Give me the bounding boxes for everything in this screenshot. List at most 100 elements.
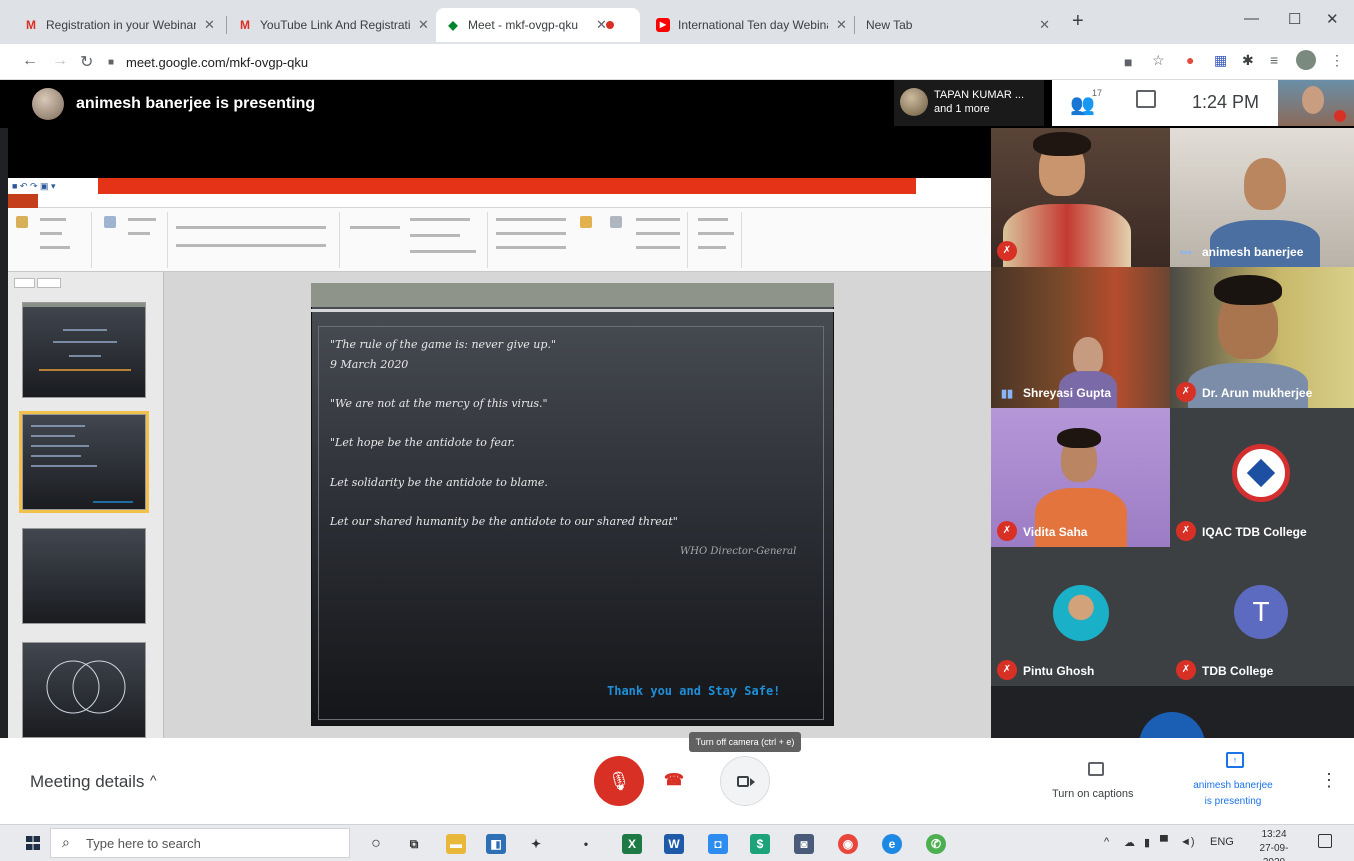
- taskbar-clock[interactable]: 13:24 27-09-2020: [1254, 828, 1294, 861]
- extension-icon[interactable]: ▦: [1214, 52, 1227, 69]
- presenting-status-button[interactable]: animesh banerjee is presenting: [1188, 778, 1278, 810]
- cortana-icon[interactable]: ○: [366, 834, 386, 854]
- whatsapp-icon[interactable]: ✆: [926, 834, 946, 854]
- ribbon-control: [410, 250, 476, 253]
- slide-quote-line: Let our shared humanity be the antidote …: [330, 515, 678, 528]
- browser-tab-new-tab[interactable]: New Tab ✕: [856, 8, 1060, 42]
- ribbon-control: [636, 246, 680, 249]
- thumbnail-text: [53, 341, 117, 343]
- address-bar[interactable]: ■ meet.google.com/mkf-ovgp-qku: [108, 50, 1108, 74]
- maximize-window-icon[interactable]: ☐: [1288, 10, 1301, 28]
- recording-indicator-icon: [606, 21, 614, 29]
- camera-icon: [737, 776, 749, 787]
- network-icon[interactable]: ▀: [1160, 836, 1168, 848]
- browser-tab-youtube-webinar[interactable]: ▶ International Ten day Webinar ... ✕: [646, 8, 857, 42]
- participant-tile[interactable]: ✗ Dr. Arun mukherjee: [1170, 267, 1354, 408]
- hang-up-button[interactable]: ☎: [664, 770, 684, 790]
- edge-icon[interactable]: e: [882, 834, 902, 854]
- dropbox-icon[interactable]: ✦: [526, 834, 546, 854]
- close-tab-icon[interactable]: ✕: [204, 17, 215, 33]
- bookmark-star-icon[interactable]: ☆: [1152, 52, 1165, 69]
- participant-name: IQAC TDB College: [1202, 525, 1307, 539]
- close-tab-icon[interactable]: ✕: [836, 17, 847, 33]
- task-view-icon[interactable]: ⧉: [404, 834, 424, 854]
- participant-tile[interactable]: ✗ IQAC TDB College: [1170, 408, 1354, 547]
- mic-muted-icon: ✗: [997, 521, 1017, 541]
- other-presenter-more: and 1 more: [934, 103, 990, 115]
- participant-tile[interactable]: T ✗ TDB College: [1170, 547, 1354, 686]
- slide-quote-line: "The rule of the game is: never give up.…: [330, 338, 556, 351]
- participant-tile[interactable]: ✗ Vidita Saha: [991, 408, 1170, 547]
- taskbar-app-icon[interactable]: $: [750, 834, 770, 854]
- ppt-ribbon-tabs: [8, 194, 991, 208]
- taskbar-app-icon[interactable]: •: [576, 834, 596, 854]
- language-indicator[interactable]: ENG: [1210, 836, 1234, 848]
- present-screen-icon[interactable]: ↑: [1226, 752, 1244, 768]
- back-arrow-icon[interactable]: ←: [22, 52, 38, 70]
- windows-start-icon[interactable]: [26, 836, 40, 850]
- taskbar-app-icon[interactable]: ◙: [794, 834, 814, 854]
- participant-hair: [1033, 132, 1091, 156]
- ribbon-control: [496, 246, 566, 249]
- media-control-icon[interactable]: ≡: [1270, 52, 1278, 68]
- extension-puzzle-icon[interactable]: ✱: [1242, 52, 1254, 69]
- browser-tab-gmail-registration[interactable]: M Registration in your Webinar - ... ✕: [14, 8, 225, 42]
- participant-tile[interactable]: ✗ Pintu Ghosh: [991, 547, 1170, 686]
- camera-tooltip: Turn off camera (ctrl + e): [689, 732, 801, 752]
- chrome-menu-icon[interactable]: ⋮: [1330, 52, 1344, 69]
- new-slide-icon: [104, 216, 116, 228]
- tray-overflow-icon[interactable]: ^: [1104, 836, 1109, 848]
- microphone-toggle-button[interactable]: 🎙: [594, 756, 644, 806]
- excel-icon[interactable]: X: [622, 834, 642, 854]
- mic-muted-icon: ✗: [1176, 660, 1196, 680]
- captions-icon[interactable]: [1088, 762, 1104, 776]
- more-options-icon[interactable]: ⋮: [1320, 770, 1338, 791]
- self-view-thumbnail[interactable]: [1278, 80, 1354, 126]
- reload-icon[interactable]: ↻: [80, 52, 93, 72]
- participant-tile[interactable]: ••• animesh banerjee: [1170, 128, 1354, 267]
- profile-avatar[interactable]: [1296, 50, 1316, 70]
- participant-face: [1244, 158, 1286, 210]
- zoom-icon[interactable]: ◘: [708, 834, 728, 854]
- participant-tile[interactable]: ▮▮ Shreyasi Gupta: [991, 267, 1170, 408]
- ppt-file-tab: [8, 194, 38, 208]
- mic-muted-icon: ✗: [1176, 382, 1196, 402]
- extension-icon[interactable]: ●: [1186, 52, 1194, 68]
- thumbnail-text: [39, 369, 131, 371]
- onedrive-icon[interactable]: ☁: [1124, 836, 1135, 849]
- gmail-icon: M: [240, 18, 250, 32]
- slide-header-line: [311, 309, 834, 312]
- forward-arrow-icon[interactable]: →: [52, 52, 68, 70]
- security-icon[interactable]: ▮: [1144, 836, 1150, 849]
- word-icon[interactable]: W: [664, 834, 684, 854]
- close-window-icon[interactable]: ✕: [1326, 10, 1339, 28]
- ribbon-control: [40, 246, 70, 249]
- participant-face: [1073, 337, 1103, 375]
- captions-button-label[interactable]: Turn on captions: [1052, 788, 1134, 800]
- participant-tile-partial[interactable]: [991, 686, 1354, 738]
- minimize-window-icon[interactable]: —: [1244, 10, 1259, 27]
- participant-hair: [1214, 275, 1282, 305]
- search-icon: ⌕: [62, 834, 70, 850]
- file-explorer-icon[interactable]: ▬: [446, 834, 466, 854]
- mic-muted-icon: ✗: [997, 660, 1017, 680]
- chevron-up-icon[interactable]: ^: [150, 772, 157, 788]
- meeting-details-button[interactable]: Meeting details: [30, 772, 144, 792]
- camera-in-use-icon[interactable]: ■: [1124, 54, 1132, 70]
- volume-icon[interactable]: ◄): [1180, 836, 1195, 848]
- notification-center-icon[interactable]: [1318, 834, 1332, 848]
- chat-icon[interactable]: [1136, 90, 1156, 108]
- thumbnail-text: [93, 501, 133, 503]
- participant-tile[interactable]: ✗: [991, 128, 1170, 267]
- close-tab-icon[interactable]: ✕: [418, 17, 429, 33]
- camera-toggle-button[interactable]: [720, 756, 770, 806]
- close-tab-icon[interactable]: ✕: [1039, 17, 1050, 33]
- youtube-icon: ▶: [656, 18, 670, 32]
- gmail-icon: M: [26, 18, 36, 32]
- store-icon[interactable]: ◧: [486, 834, 506, 854]
- slide-quote-line: Let solidarity be the antidote to blame.: [330, 476, 548, 489]
- chrome-icon[interactable]: ◉: [838, 834, 858, 854]
- browser-tab-gmail-youtube-link[interactable]: M YouTube Link And Registration ... ✕: [228, 8, 439, 42]
- participant-shirt: [1210, 220, 1320, 267]
- new-tab-plus-icon[interactable]: +: [1072, 10, 1084, 33]
